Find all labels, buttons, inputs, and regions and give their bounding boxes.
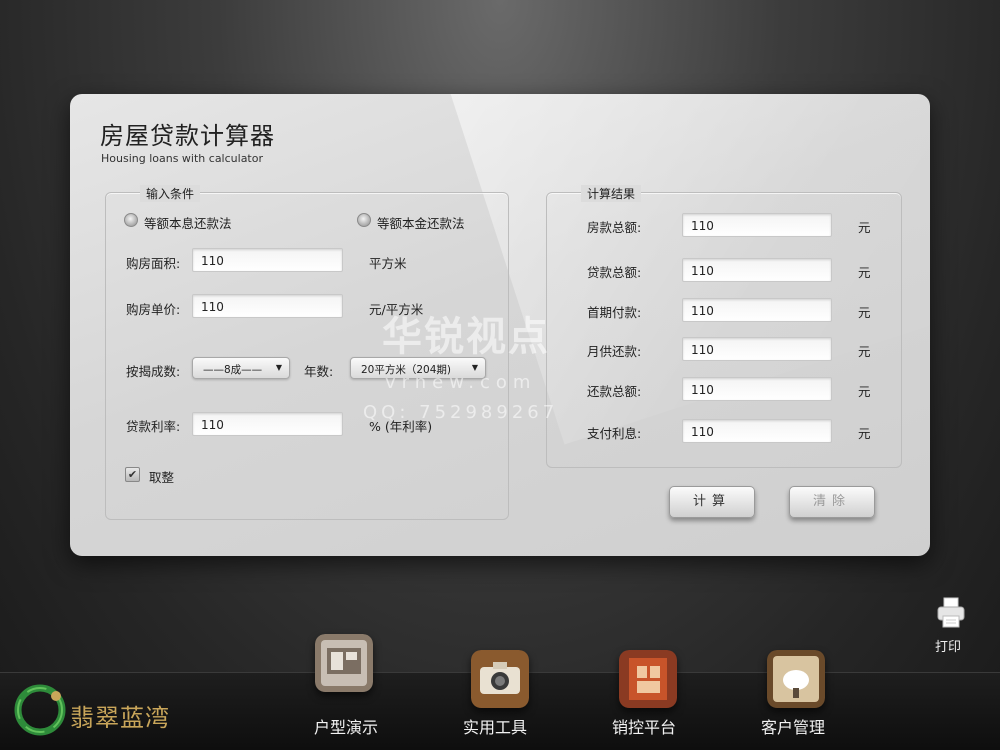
printer-icon bbox=[937, 597, 965, 628]
mortgage-ratio-label: 按揭成数: bbox=[126, 364, 181, 379]
checkmark-icon: ✔ bbox=[127, 468, 138, 481]
price-label: 购房单价: bbox=[126, 302, 181, 317]
logo-text: 翡翠蓝湾 bbox=[70, 704, 170, 732]
camera-icon bbox=[471, 650, 529, 708]
round-label[interactable]: 取整 bbox=[149, 467, 174, 486]
equal-installment-radio[interactable] bbox=[124, 213, 138, 227]
nav-label-customers[interactable]: 客户管理 bbox=[761, 714, 825, 738]
interest-rate-input[interactable]: 110 bbox=[192, 412, 343, 436]
chevron-down-icon: ▼ bbox=[471, 363, 478, 372]
calculator-panel: 房屋贷款计算器 Housing loans with calculator 输入… bbox=[70, 94, 930, 556]
page-subtitle: Housing loans with calculator bbox=[101, 152, 263, 165]
price-input[interactable]: 110 bbox=[192, 294, 343, 318]
round-checkbox[interactable]: ✔ bbox=[125, 467, 140, 482]
equal-principal-label[interactable]: 等额本金还款法 bbox=[377, 213, 465, 232]
result-value-field[interactable]: 110 bbox=[682, 419, 832, 443]
floorplan-icon bbox=[315, 634, 373, 692]
chair-icon bbox=[767, 650, 825, 708]
result-label: 首期付款: bbox=[587, 305, 642, 320]
page-title: 房屋贷款计算器 bbox=[100, 122, 275, 150]
input-conditions-legend: 输入条件 bbox=[140, 185, 201, 202]
result-label: 贷款总额: bbox=[587, 265, 642, 280]
years-select[interactable]: 20平方米（204期) ▼ bbox=[350, 357, 486, 379]
result-label: 月供还款: bbox=[587, 344, 642, 359]
print-button[interactable] bbox=[930, 596, 972, 634]
result-unit: 元 bbox=[858, 384, 871, 399]
nav-label-floorplan[interactable]: 户型演示 bbox=[314, 714, 378, 738]
nav-label-tools[interactable]: 实用工具 bbox=[463, 714, 527, 738]
mortgage-ratio-select[interactable]: ——8成—— ▼ bbox=[192, 357, 290, 379]
clear-button[interactable]: 清除 bbox=[789, 486, 875, 518]
result-unit: 元 bbox=[858, 344, 871, 359]
result-value-field[interactable]: 110 bbox=[682, 298, 832, 322]
result-value-field[interactable]: 110 bbox=[682, 377, 832, 401]
result-unit: 元 bbox=[858, 305, 871, 320]
result-value-field[interactable]: 110 bbox=[682, 213, 832, 237]
result-unit: 元 bbox=[858, 265, 871, 280]
result-label: 支付利息: bbox=[587, 426, 642, 441]
result-label: 还款总额: bbox=[587, 384, 642, 399]
result-unit: 元 bbox=[858, 220, 871, 235]
print-label[interactable]: 打印 bbox=[935, 636, 961, 655]
calculate-button[interactable]: 计算 bbox=[669, 486, 755, 518]
area-input[interactable]: 110 bbox=[192, 248, 343, 272]
equal-principal-radio[interactable] bbox=[357, 213, 371, 227]
nav-label-sales-control[interactable]: 销控平台 bbox=[612, 714, 676, 738]
result-unit: 元 bbox=[858, 426, 871, 441]
equal-installment-label[interactable]: 等额本息还款法 bbox=[144, 213, 232, 232]
chevron-down-icon: ▼ bbox=[275, 363, 282, 372]
interest-rate-unit: % (年利率) bbox=[369, 419, 433, 434]
years-value: 20平方米（204期) bbox=[361, 364, 451, 376]
result-label: 房款总额: bbox=[587, 220, 642, 235]
area-label: 购房面积: bbox=[126, 256, 181, 271]
result-value-field[interactable]: 110 bbox=[682, 258, 832, 282]
area-unit: 平方米 bbox=[369, 256, 407, 271]
result-value-field[interactable]: 110 bbox=[682, 337, 832, 361]
door-icon bbox=[619, 650, 677, 708]
dragon-ring-logo-icon bbox=[14, 684, 66, 736]
mortgage-ratio-value: ——8成—— bbox=[203, 364, 263, 376]
price-unit: 元/平方米 bbox=[369, 302, 424, 317]
years-label: 年数: bbox=[304, 364, 334, 379]
results-legend: 计算结果 bbox=[581, 185, 642, 202]
interest-rate-label: 贷款利率: bbox=[126, 419, 181, 434]
